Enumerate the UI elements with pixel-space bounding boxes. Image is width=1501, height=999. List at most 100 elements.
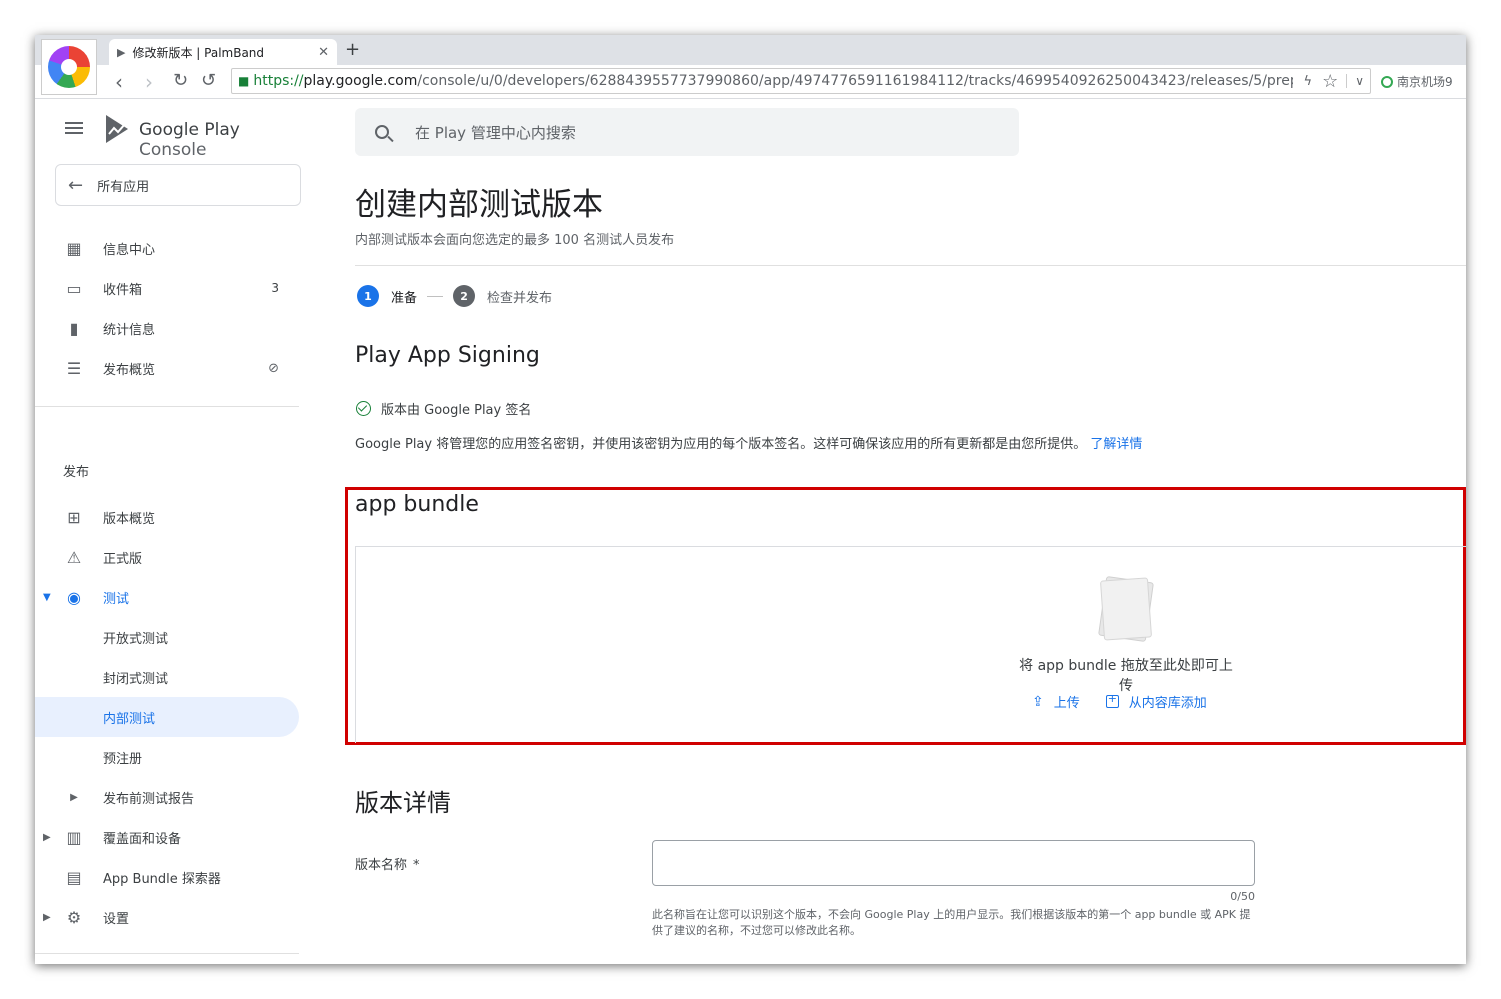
signing-status: 版本由 Google Play 签名 (356, 399, 531, 418)
bar-chart-icon: ▮ (69, 318, 79, 338)
drop-instruction: 将 app bundle 拖放至此处即可上传 (1019, 658, 1233, 694)
sidebar-item-dashboard[interactable]: ▦ 信息中心 (35, 228, 299, 268)
browser-tab[interactable]: ▶ 修改新版本 | PalmBand ✕ (109, 39, 337, 65)
sidebar-item-pre-launch-report[interactable]: ▶ 发布前测试报告 (35, 777, 299, 817)
forward-icon[interactable]: › (145, 70, 153, 94)
lightning-icon[interactable]: ϟ (1303, 74, 1312, 89)
release-name-help: 此名称旨在让您可以识别这个版本，不会向 Google Play 上的用户显示。我… (652, 908, 1251, 937)
sidebar-item-label: 发布前测试报告 (103, 791, 195, 807)
release-details-title: 版本详情 (355, 789, 451, 817)
product-name: Google Play Console (139, 120, 300, 160)
section-release-label: 发布 (63, 465, 90, 480)
production-icon: ⚠ (66, 547, 82, 567)
caret-right-icon: ▶ (43, 911, 51, 923)
step-1-number: 1 (357, 285, 379, 307)
sidebar-item-testing[interactable]: ▼ ◉ 测试 (35, 577, 299, 617)
new-tab-button[interactable]: + (345, 39, 360, 60)
dropzone-actions: ⇪ 上传 从内容库添加 (1032, 692, 1233, 711)
all-apps-label: 所有应用 (97, 179, 150, 195)
search-icon (375, 125, 389, 139)
hamburger-menu-icon[interactable] (65, 122, 83, 134)
required-mark: * (413, 858, 420, 873)
signing-description-text: Google Play 将管理您的应用签名密钥，并使用该密钥为应用的每个版本签名… (355, 437, 1087, 452)
caret-right-icon: ▶ (70, 791, 78, 803)
product-name-console: Console (139, 140, 207, 160)
release-name-input[interactable] (652, 840, 1255, 886)
search-input[interactable]: 在 Play 管理中心内搜索 (355, 108, 1019, 156)
sidebar-item-internal-testing[interactable]: 内部测试 (35, 697, 299, 737)
upload-label: 上传 (1053, 696, 1080, 711)
sidebar-item-label: 版本概览 (103, 511, 156, 527)
sidebar-item-statistics[interactable]: ▮ 统计信息 (35, 308, 299, 348)
tab-close-icon[interactable]: ✕ (318, 45, 329, 60)
sidebar-item-pre-registration[interactable]: 预注册 (35, 737, 299, 777)
sidebar-item-closed-testing[interactable]: 封闭式测试 (35, 657, 299, 697)
product-name-main: Google Play (139, 120, 240, 140)
inbox-count-badge: 3 (271, 281, 279, 295)
sidebar-item-label: 预注册 (103, 751, 143, 767)
signing-description: Google Play 将管理您的应用签名密钥，并使用该密钥为应用的每个版本签名… (355, 433, 1142, 452)
tab-bar: ▶ 修改新版本 | PalmBand ✕ + (35, 35, 1466, 65)
step-2-label: 检查并发布 (487, 290, 553, 306)
step-separator (427, 295, 444, 297)
extension-label: 南京机场9 (1397, 75, 1453, 89)
sidebar-item-settings[interactable]: ▶ ⚙ 设置 (35, 897, 299, 937)
reload-icon[interactable]: ↻ (173, 70, 188, 91)
sidebar-item-label: 收件箱 (103, 282, 143, 298)
sidebar-item-label: 内部测试 (103, 711, 156, 727)
sidebar: Google Play Console ← 所有应用 ▦ 信息中心 ▭ 收件箱 … (35, 100, 301, 964)
back-icon[interactable]: ‹ (115, 70, 123, 94)
sidebar-item-open-testing[interactable]: 开放式测试 (35, 617, 299, 657)
reach-devices-icon: ▥ (66, 827, 82, 847)
signing-status-text: 版本由 Google Play 签名 (381, 403, 532, 418)
sidebar-item-production[interactable]: ⚠ 正式版 (35, 537, 299, 577)
url-host: play.google.com (303, 73, 418, 89)
bookmark-star-icon[interactable]: ☆ (1322, 71, 1338, 92)
sidebar-item-app-bundle-explorer[interactable]: ▤ App Bundle 探索器 (35, 857, 299, 897)
sidebar-item-inbox[interactable]: ▭ 收件箱 3 (35, 268, 299, 308)
all-apps-button[interactable]: ← 所有应用 (55, 164, 301, 206)
bundle-dropzone[interactable] (355, 546, 1466, 743)
extension-icon (1381, 76, 1393, 88)
add-from-library-label: 从内容库添加 (1128, 696, 1207, 711)
bundle-section-title: app bundle (355, 492, 479, 517)
app-bundle-explorer-icon: ▤ (66, 867, 82, 887)
release-overview-icon: ⊞ (67, 507, 81, 527)
chevron-down-icon[interactable]: ∨ (1346, 74, 1364, 88)
step-1-label: 准备 (391, 290, 418, 306)
learn-more-link[interactable]: 了解详情 (1090, 437, 1142, 452)
sync-off-icon: ⊘ (268, 360, 279, 376)
caret-right-icon: ▶ (43, 831, 51, 843)
add-from-library-button[interactable]: 从内容库添加 (1105, 692, 1207, 711)
upload-button[interactable]: ⇪ 上传 (1032, 692, 1080, 712)
stepper: 1 准备 2 检查并发布 (357, 285, 552, 307)
testing-icon: ◉ (67, 587, 81, 607)
sidebar-item-reach-devices[interactable]: ▶ ▥ 覆盖面和设备 (35, 817, 299, 857)
library-add-icon (1105, 692, 1119, 708)
sidebar-divider (35, 953, 299, 954)
url-path: /console/u/0/developers/6288439557737990… (417, 73, 1294, 89)
sidebar-item-label: 封闭式测试 (103, 671, 169, 687)
header-divider (355, 265, 1466, 266)
url-field[interactable]: ■ https:// play.google.com /console/u/0/… (231, 68, 1371, 94)
dashboard-icon: ▦ (66, 238, 82, 258)
sidebar-divider (35, 406, 299, 407)
sidebar-item-label: 开放式测试 (103, 631, 169, 647)
browser-logo-icon (41, 39, 97, 95)
sidebar-item-label: 正式版 (103, 551, 143, 567)
page-title: 创建内部测试版本 (355, 187, 603, 223)
signing-section-title: Play App Signing (355, 343, 540, 368)
lock-icon: ■ (238, 74, 250, 88)
tab-title: 修改新版本 | PalmBand (132, 45, 265, 60)
document-stack-icon (1098, 575, 1154, 643)
sidebar-item-label: 覆盖面和设备 (103, 831, 182, 847)
url-scheme: https:// (253, 73, 304, 89)
undo-icon[interactable]: ↺ (201, 70, 216, 91)
release-name-label: 版本名称 * (355, 854, 420, 873)
settings-icon: ⚙ (66, 907, 82, 927)
publishing-overview-icon: ☰ (66, 358, 82, 378)
extension-item[interactable]: 南京机场9 (1381, 73, 1453, 90)
sidebar-item-release-overview[interactable]: ⊞ 版本概览 (35, 497, 299, 537)
sidebar-item-publishing-overview[interactable]: ☰ 发布概览 ⊘ (35, 348, 299, 388)
address-bar-row: ‹ › ↻ ↺ ■ https:// play.google.com /cons… (35, 65, 1466, 99)
